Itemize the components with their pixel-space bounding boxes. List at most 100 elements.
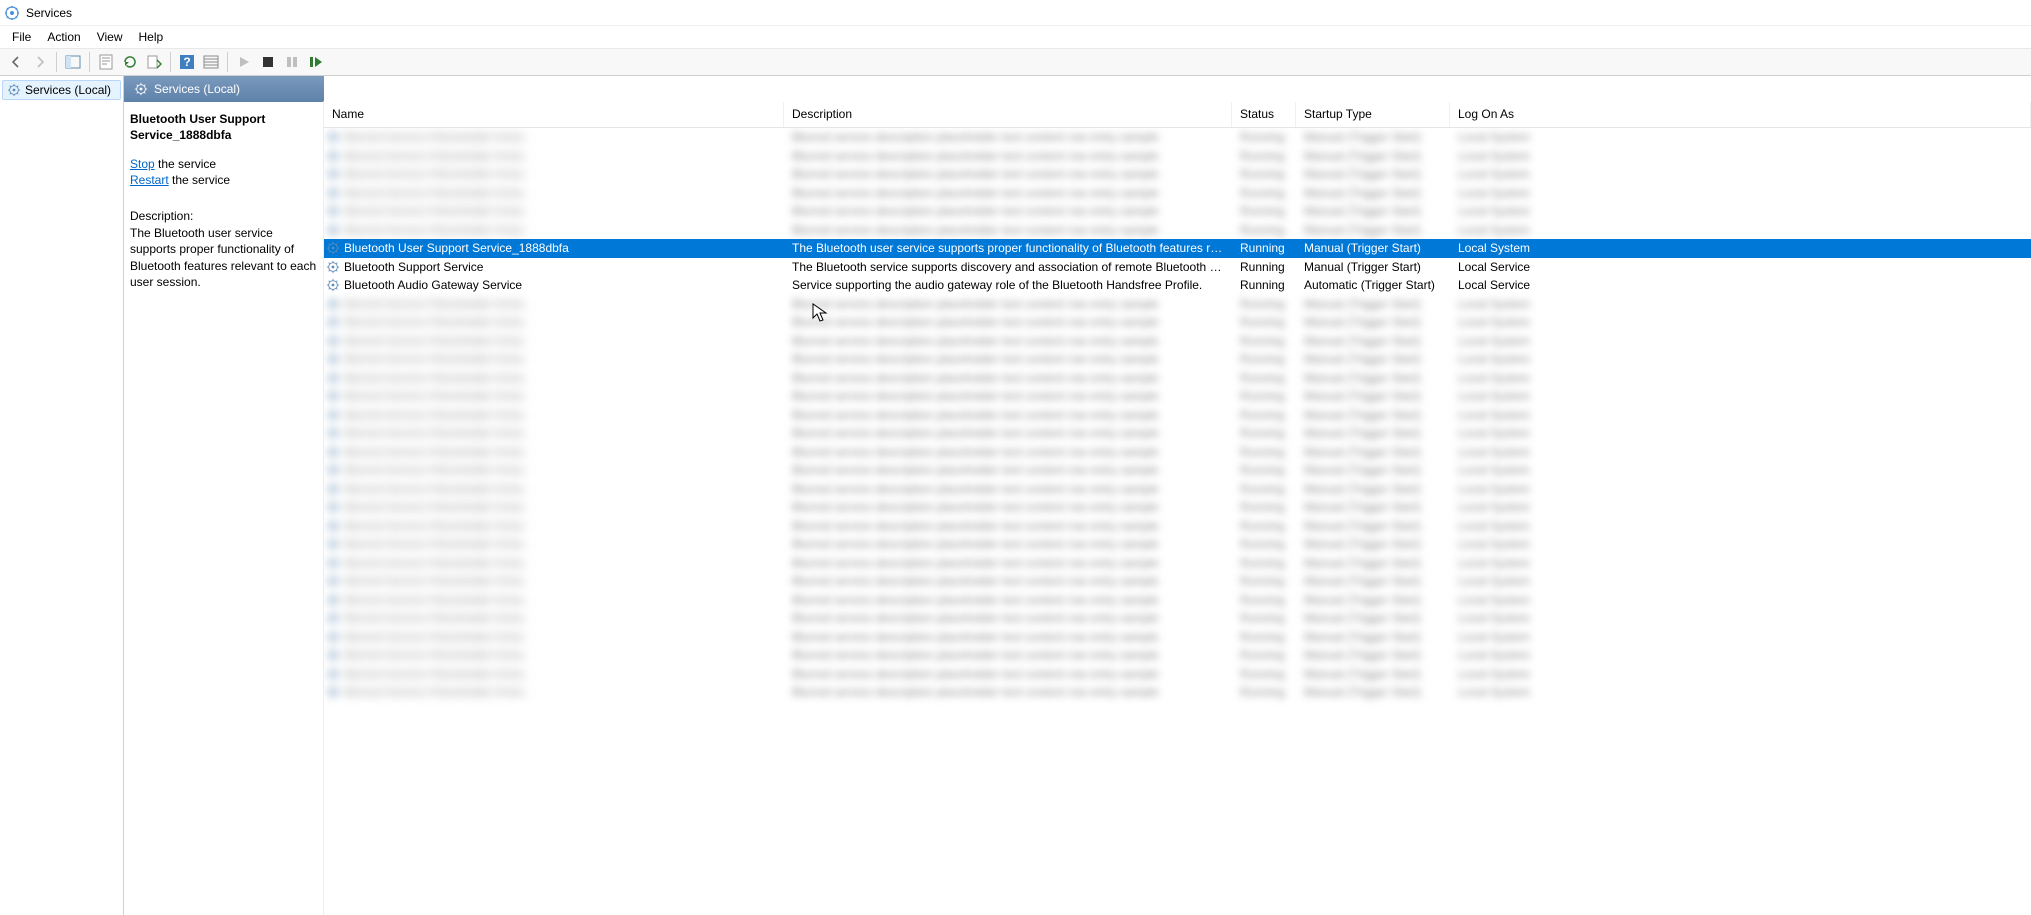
gear-icon xyxy=(326,593,340,607)
cell-name: Blurred Service Placeholder Entry xyxy=(324,500,784,514)
start-service-button[interactable] xyxy=(232,50,256,74)
table-row[interactable]: Bluetooth User Support Service_1888dbfaT… xyxy=(324,239,2031,258)
cell-startup: Manual (Trigger Start) xyxy=(1296,574,1450,588)
cell-name: Blurred Service Placeholder Entry xyxy=(324,334,784,348)
table-row-blurred: Blurred Service Placeholder EntryBlurred… xyxy=(324,221,2031,240)
stop-service-button[interactable] xyxy=(256,50,280,74)
cell-status: Running xyxy=(1232,648,1296,662)
menu-action[interactable]: Action xyxy=(39,27,88,47)
cell-startup: Manual (Trigger Start) xyxy=(1296,648,1450,662)
table-row-blurred: Blurred Service Placeholder EntryBlurred… xyxy=(324,498,2031,517)
refresh-button[interactable] xyxy=(118,50,142,74)
tree-item-services-local[interactable]: Services (Local) xyxy=(2,80,121,100)
stop-service-link[interactable]: Stop xyxy=(130,157,155,171)
table-row-blurred: Blurred Service Placeholder EntryBlurred… xyxy=(324,313,2031,332)
cell-logon: Local Service xyxy=(1450,260,2031,274)
show-hide-tree-button[interactable] xyxy=(61,50,85,74)
service-name: Blurred Service Placeholder Entry xyxy=(344,371,524,385)
restart-service-link[interactable]: Restart xyxy=(130,173,169,187)
column-header-logon[interactable]: Log On As xyxy=(1450,102,2031,127)
export-button[interactable] xyxy=(142,50,166,74)
cell-status: Running xyxy=(1232,556,1296,570)
cell-startup: Manual (Trigger Start) xyxy=(1296,519,1450,533)
gear-icon xyxy=(326,130,340,144)
stop-suffix: the service xyxy=(155,157,216,171)
gear-icon xyxy=(134,82,148,96)
export-icon xyxy=(146,54,162,70)
list-button[interactable] xyxy=(199,50,223,74)
cell-startup: Manual (Trigger Start) xyxy=(1296,130,1450,144)
column-header-description[interactable]: Description xyxy=(784,102,1232,127)
cell-startup: Automatic (Trigger Start) xyxy=(1296,278,1450,292)
gear-icon xyxy=(326,426,340,440)
cell-logon: Local System xyxy=(1450,389,2031,403)
help-button[interactable]: ? xyxy=(175,50,199,74)
column-header-startup[interactable]: Startup Type xyxy=(1296,102,1450,127)
cell-name: Blurred Service Placeholder Entry xyxy=(324,149,784,163)
cell-description: Blurred service description placeholder … xyxy=(784,223,1232,237)
column-header-name[interactable]: Name xyxy=(324,102,784,127)
cell-status: Running xyxy=(1232,482,1296,496)
content-panel: Services (Local) Bluetooth User Support … xyxy=(124,76,2031,915)
cell-description: Blurred service description placeholder … xyxy=(784,408,1232,422)
cell-status: Running xyxy=(1232,574,1296,588)
cell-logon: Local System xyxy=(1450,556,2031,570)
menu-view[interactable]: View xyxy=(89,27,131,47)
cell-status: Running xyxy=(1232,593,1296,607)
table-row-blurred: Blurred Service Placeholder EntryBlurred… xyxy=(324,628,2031,647)
stop-icon xyxy=(262,56,274,68)
service-name: Blurred Service Placeholder Entry xyxy=(344,186,524,200)
cell-description: Blurred service description placeholder … xyxy=(784,685,1232,699)
description-label: Description: xyxy=(130,209,317,223)
cell-startup: Manual (Trigger Start) xyxy=(1296,204,1450,218)
table-row[interactable]: Bluetooth Support ServiceThe Bluetooth s… xyxy=(324,258,2031,277)
service-name: Blurred Service Placeholder Entry xyxy=(344,537,524,551)
cell-status: Running xyxy=(1232,130,1296,144)
list-icon xyxy=(203,54,219,70)
table-row-blurred: Blurred Service Placeholder EntryBlurred… xyxy=(324,572,2031,591)
cell-status: Running xyxy=(1232,149,1296,163)
cell-description: Blurred service description placeholder … xyxy=(784,482,1232,496)
cell-status: Running xyxy=(1232,500,1296,514)
gear-icon xyxy=(326,278,340,292)
column-header-status[interactable]: Status xyxy=(1232,102,1296,127)
properties-button[interactable] xyxy=(94,50,118,74)
tree-panel-icon xyxy=(65,54,81,70)
cell-name: Blurred Service Placeholder Entry xyxy=(324,352,784,366)
forward-button[interactable] xyxy=(28,50,52,74)
cell-startup: Manual (Trigger Start) xyxy=(1296,149,1450,163)
table-row-blurred: Blurred Service Placeholder EntryBlurred… xyxy=(324,683,2031,702)
service-name: Blurred Service Placeholder Entry xyxy=(344,593,524,607)
menu-file[interactable]: File xyxy=(4,27,39,47)
service-name: Blurred Service Placeholder Entry xyxy=(344,445,524,459)
pause-service-button[interactable] xyxy=(280,50,304,74)
restart-service-button[interactable] xyxy=(304,50,328,74)
cell-description: Blurred service description placeholder … xyxy=(784,574,1232,588)
toolbar-separator xyxy=(56,52,57,72)
cell-description: Blurred service description placeholder … xyxy=(784,167,1232,181)
table-row-blurred: Blurred Service Placeholder EntryBlurred… xyxy=(324,591,2031,610)
service-name: Blurred Service Placeholder Entry xyxy=(344,334,524,348)
cell-name: Blurred Service Placeholder Entry xyxy=(324,130,784,144)
table-row[interactable]: Bluetooth Audio Gateway ServiceService s… xyxy=(324,276,2031,295)
cell-logon: Local System xyxy=(1450,223,2031,237)
cell-name: Blurred Service Placeholder Entry xyxy=(324,593,784,607)
cell-logon: Local System xyxy=(1450,667,2031,681)
properties-icon xyxy=(98,54,114,70)
svg-text:?: ? xyxy=(183,55,190,69)
cell-startup: Manual (Trigger Start) xyxy=(1296,426,1450,440)
service-rows[interactable]: Blurred Service Placeholder EntryBlurred… xyxy=(324,128,2031,915)
pause-icon xyxy=(286,56,298,68)
cell-name: Blurred Service Placeholder Entry xyxy=(324,630,784,644)
back-button[interactable] xyxy=(4,50,28,74)
menu-help[interactable]: Help xyxy=(131,27,172,47)
gear-icon xyxy=(326,408,340,422)
arrow-right-icon xyxy=(33,55,47,69)
cell-logon: Local System xyxy=(1450,352,2031,366)
table-row-blurred: Blurred Service Placeholder EntryBlurred… xyxy=(324,202,2031,221)
cell-logon: Local System xyxy=(1450,204,2031,218)
cell-startup: Manual (Trigger Start) xyxy=(1296,482,1450,496)
cell-startup: Manual (Trigger Start) xyxy=(1296,500,1450,514)
cell-logon: Local System xyxy=(1450,149,2031,163)
services-app-icon xyxy=(4,5,20,21)
